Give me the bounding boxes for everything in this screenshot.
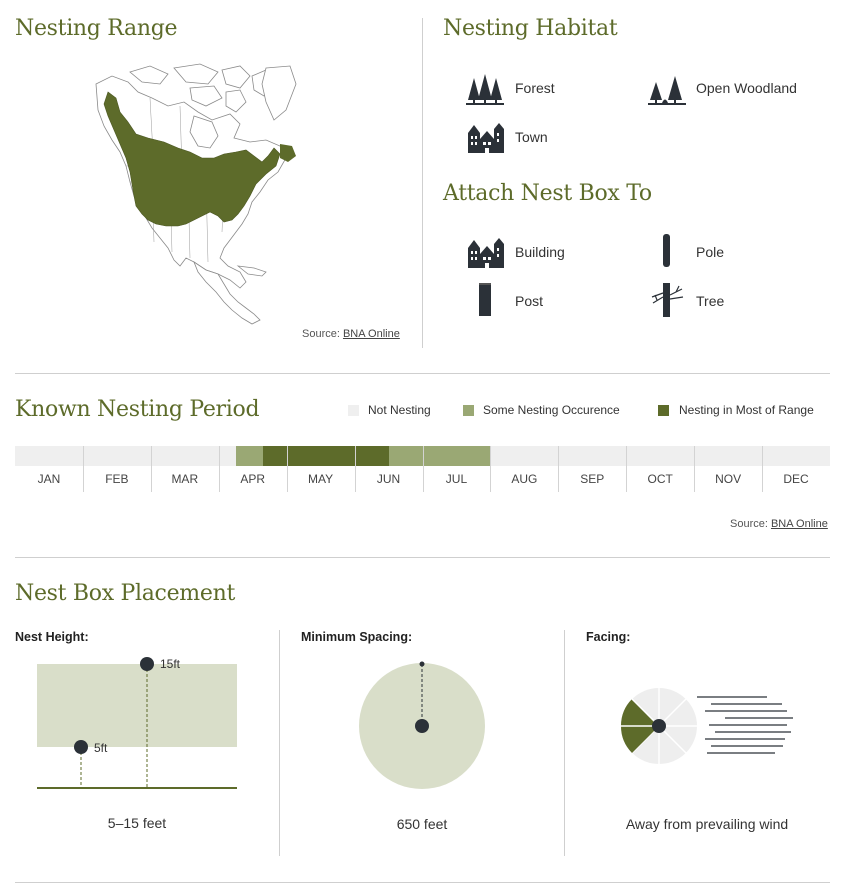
height-range-box xyxy=(37,664,237,747)
attach-nest-box-title: Attach Nest Box To xyxy=(443,181,652,206)
facing-nest-marker xyxy=(652,719,666,733)
legend-swatch-most xyxy=(658,405,669,416)
nesting-timeline: JAN FEB MAR APR MAY JUN JUL AUG SEP OCT NOV DEC xyxy=(15,446,830,492)
month-separator xyxy=(150,446,152,492)
attach-pole-label: Pole xyxy=(696,244,725,260)
month-label: APR xyxy=(240,472,266,486)
nesting-segment-most xyxy=(262,446,389,466)
forest-icon xyxy=(466,74,504,105)
attach-tree-label: Tree xyxy=(696,293,725,309)
habitat-forest-label: Forest xyxy=(515,80,555,96)
nest-height-caption: 5–15 feet xyxy=(107,815,167,831)
column-divider xyxy=(422,18,423,348)
month-separator xyxy=(626,446,628,492)
month-label: JAN xyxy=(37,472,61,486)
source-link[interactable]: BNA Online xyxy=(771,518,828,530)
nesting-range-source: Source: BNA Online xyxy=(302,328,400,340)
post-icon xyxy=(479,283,491,316)
month-separator xyxy=(694,446,696,492)
month-label: MAR xyxy=(171,472,199,486)
month-separator xyxy=(82,446,84,492)
section-divider-1 xyxy=(15,373,830,374)
month-label: JUL xyxy=(445,472,468,486)
legend-most-nesting: Nesting in Most of Range xyxy=(679,403,814,417)
pole-icon xyxy=(663,234,670,267)
source-prefix: Source: xyxy=(730,518,771,530)
source-prefix: Source: xyxy=(302,328,343,340)
month-separator xyxy=(354,446,356,492)
nesting-period-source: Source: BNA Online xyxy=(730,518,828,530)
building-icon xyxy=(468,238,504,268)
habitat-town-label: Town xyxy=(515,129,548,145)
month-label: DEC xyxy=(783,472,809,486)
placement-divider-2 xyxy=(564,630,565,856)
attach-building-label: Building xyxy=(515,244,565,260)
placement-title: Nest Box Placement xyxy=(15,581,235,606)
min-spacing-label: Minimum Spacing: xyxy=(301,630,413,644)
month-label: FEB xyxy=(105,472,129,486)
legend-some-nesting: Some Nesting Occurence xyxy=(483,403,620,417)
month-separator xyxy=(218,446,220,492)
min-spacing-diagram xyxy=(359,661,485,789)
month-label: JUN xyxy=(376,472,401,486)
facing-caption: Away from prevailing wind xyxy=(625,816,789,832)
month-label: SEP xyxy=(580,472,605,486)
month-label: AUG xyxy=(511,472,538,486)
nest-height-diagram xyxy=(37,657,237,789)
high-height-marker xyxy=(140,657,154,671)
low-height-marker xyxy=(74,740,88,754)
nesting-segment-some xyxy=(388,446,491,466)
month-separator xyxy=(286,446,288,492)
month-separator xyxy=(762,446,764,492)
month-separator xyxy=(558,446,560,492)
facing-diagram xyxy=(620,688,793,764)
nesting-range-map xyxy=(95,63,297,325)
legend-swatch-not-nesting xyxy=(348,405,359,416)
town-icon xyxy=(468,123,504,153)
month-separator xyxy=(490,446,492,492)
placement-divider-1 xyxy=(279,630,280,856)
nesting-period-title: Known Nesting Period xyxy=(15,397,260,422)
nest-box-marker xyxy=(415,719,429,733)
nesting-range-title: Nesting Range xyxy=(15,16,178,41)
month-label: OCT xyxy=(647,472,673,486)
month-label: MAY xyxy=(308,472,334,486)
min-spacing-caption: 650 feet xyxy=(396,816,448,832)
nesting-habitat-title: Nesting Habitat xyxy=(443,16,618,41)
legend-not-nesting: Not Nesting xyxy=(368,403,431,417)
nest-height-label: Nest Height: xyxy=(15,630,89,644)
section-divider-2 xyxy=(15,557,830,558)
month-separator xyxy=(422,446,424,492)
facing-label: Facing: xyxy=(586,630,631,644)
nesting-segment-some xyxy=(235,446,263,466)
tree-icon xyxy=(651,283,684,317)
habitat-open-woodland-label: Open Woodland xyxy=(696,80,797,96)
low-height-text: 5ft xyxy=(94,741,108,755)
open-woodland-icon xyxy=(648,76,686,105)
wind-lines xyxy=(697,696,793,754)
legend-swatch-some xyxy=(463,405,474,416)
source-link[interactable]: BNA Online xyxy=(343,328,400,340)
section-divider-3 xyxy=(15,882,830,883)
month-label: NOV xyxy=(715,472,742,486)
attach-post-label: Post xyxy=(515,293,544,309)
high-height-text: 15ft xyxy=(160,657,181,671)
